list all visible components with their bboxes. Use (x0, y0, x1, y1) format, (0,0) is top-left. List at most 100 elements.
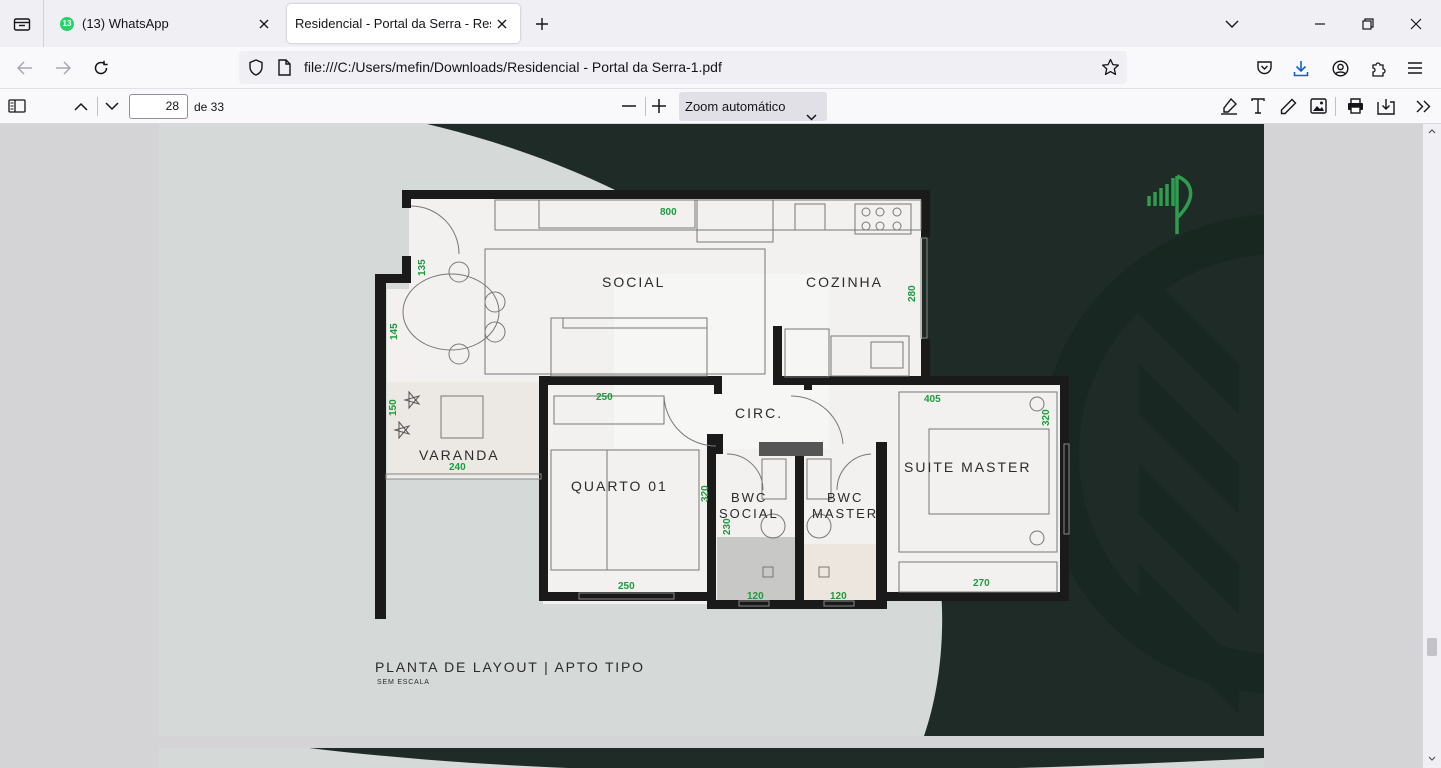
room-label-bwc-social-1: BWC (731, 490, 767, 505)
highlight-button[interactable] (1216, 93, 1242, 119)
room-label-cozinha: COZINHA (806, 274, 883, 290)
close-icon (1410, 18, 1422, 29)
menu-button[interactable] (1401, 54, 1429, 82)
scroll-up-icon[interactable] (1428, 129, 1436, 134)
navigation-bar: file:///C:/Users/mefin/Downloads/Residen… (0, 47, 1441, 89)
zoom-out-button[interactable] (616, 93, 642, 119)
zoom-in-button[interactable] (646, 93, 672, 119)
minimize-button[interactable] (1297, 0, 1343, 47)
room-label-varanda: VARANDA (419, 447, 500, 463)
highlighter-icon (1221, 97, 1237, 115)
dimension-label: 250 (618, 581, 635, 592)
page-count: de 33 (194, 100, 225, 114)
pdf-toolbar: 28 de 33 Zoom automático (0, 89, 1441, 124)
room-label-suite: SUITE MASTER (904, 459, 1031, 475)
tab-list-icon (13, 17, 30, 31)
scrollbar-thumb[interactable] (1427, 638, 1437, 656)
dimension-label: 320 (1041, 409, 1052, 426)
close-tab-icon[interactable] (256, 16, 272, 32)
dimension-label: 800 (660, 207, 677, 218)
dimension-label: 240 (449, 462, 466, 473)
room-label-social: SOCIAL (602, 274, 665, 290)
pdf-next-page (159, 748, 1264, 768)
tab-list-button[interactable] (0, 0, 44, 47)
text-icon (1251, 98, 1265, 114)
toggle-sidebar-button[interactable] (4, 93, 30, 119)
page-number-input[interactable]: 28 (129, 94, 188, 119)
address-bar[interactable]: file:///C:/Users/mefin/Downloads/Residen… (239, 51, 1127, 84)
minimize-icon (1315, 22, 1325, 25)
vertical-scrollbar[interactable] (1423, 124, 1441, 768)
plan-subtitle: SEM ESCALA (377, 679, 430, 686)
download-icon (1293, 60, 1309, 76)
double-chevron-right-icon (1416, 100, 1430, 112)
forward-button[interactable] (49, 54, 77, 82)
zoom-select[interactable]: Zoom automático (679, 92, 827, 121)
dimension-label: 280 (907, 285, 918, 302)
file-icon (277, 59, 291, 81)
image-icon (1309, 98, 1327, 114)
room-label-quarto: QUARTO 01 (571, 478, 668, 494)
arrow-left-icon (17, 61, 32, 75)
account-icon (1331, 59, 1349, 77)
tab-title: (13) WhatsApp (82, 16, 169, 31)
floor-plan-page: SOCIAL COZINHA CIRC. VARANDA QUARTO 01 B… (375, 124, 1264, 736)
new-tab-button[interactable] (530, 12, 554, 36)
save-button[interactable] (1373, 93, 1399, 119)
previous-page-button[interactable] (68, 93, 94, 119)
close-window-button[interactable] (1393, 0, 1439, 47)
dimension-label: 120 (830, 591, 847, 602)
reload-button[interactable] (87, 54, 115, 82)
downloads-button[interactable] (1287, 54, 1315, 82)
pocket-icon (1256, 61, 1272, 75)
dimension-label: 320 (700, 485, 711, 502)
tab-bar: 13 (13) WhatsApp Residencial - Portal da… (0, 0, 1441, 47)
plus-icon (536, 18, 548, 30)
url-text[interactable]: file:///C:/Users/mefin/Downloads/Residen… (304, 59, 722, 75)
tab-title: Residencial - Portal da Serra - Resid (295, 16, 491, 31)
room-label-circ: CIRC. (735, 405, 783, 421)
restore-button[interactable] (1345, 0, 1391, 47)
close-tab-icon[interactable] (494, 16, 510, 32)
pencil-icon (1280, 98, 1296, 114)
back-button[interactable] (11, 54, 39, 82)
tools-button[interactable] (1410, 93, 1436, 119)
room-label-bwc-master-1: BWC (827, 490, 863, 505)
account-button[interactable] (1326, 54, 1354, 82)
scroll-down-icon[interactable] (1428, 756, 1436, 761)
text-button[interactable] (1245, 93, 1271, 119)
draw-button[interactable] (1275, 93, 1301, 119)
room-label-bwc-master-2: MASTER (812, 506, 878, 521)
bookmark-star-icon[interactable] (1101, 58, 1120, 82)
dimension-label: 250 (596, 392, 613, 403)
minus-icon (622, 105, 636, 107)
next-page-button[interactable] (99, 93, 125, 119)
hamburger-icon (1408, 62, 1422, 74)
chevron-up-icon (74, 102, 88, 111)
puzzle-icon (1371, 61, 1386, 77)
plan-title: PLANTA DE LAYOUT | APTO TIPO (375, 659, 645, 675)
dimension-label: 135 (417, 259, 428, 276)
save-icon (1377, 98, 1395, 115)
add-image-button[interactable] (1305, 93, 1331, 119)
print-button[interactable] (1342, 93, 1368, 119)
sidebar-icon (8, 99, 26, 113)
dimension-label: 150 (388, 399, 399, 416)
pdf-viewer[interactable]: SOCIAL COZINHA CIRC. VARANDA QUARTO 01 B… (0, 124, 1441, 768)
restore-icon (1362, 17, 1374, 30)
pdf-page: SOCIAL COZINHA CIRC. VARANDA QUARTO 01 B… (159, 124, 1264, 736)
plus-icon (652, 99, 666, 113)
extensions-button[interactable] (1364, 54, 1392, 82)
dimension-label: 270 (973, 578, 990, 589)
dimension-label: 145 (389, 323, 400, 340)
dimension-label: 120 (747, 591, 764, 602)
shield-icon[interactable] (248, 59, 264, 81)
dimension-label: 405 (924, 394, 941, 405)
tab-pdf[interactable]: Residencial - Portal da Serra - Resid (287, 4, 520, 43)
tab-whatsapp[interactable]: 13 (13) WhatsApp (48, 4, 282, 43)
arrow-right-icon (56, 61, 71, 75)
whatsapp-icon: 13 (60, 16, 74, 31)
pocket-button[interactable] (1250, 54, 1278, 82)
list-all-tabs-button[interactable] (1209, 0, 1255, 47)
reload-icon (94, 60, 108, 75)
